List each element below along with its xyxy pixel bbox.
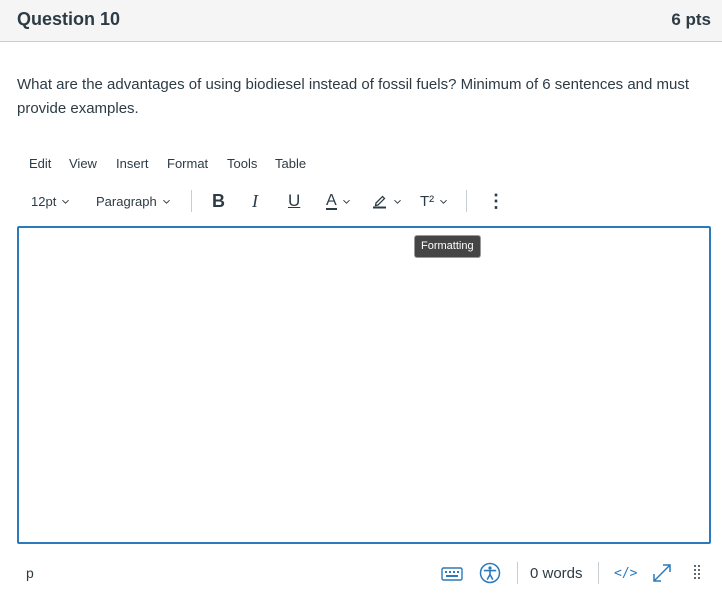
underline-icon: U bbox=[288, 191, 301, 210]
resize-handle[interactable] bbox=[693, 561, 701, 585]
statusbar-divider bbox=[598, 562, 599, 584]
drag-handle-icon bbox=[694, 565, 700, 579]
question-prompt: What are the advantages of using biodies… bbox=[17, 76, 690, 117]
chevron-down-icon bbox=[394, 199, 401, 204]
menu-edit[interactable]: Edit bbox=[29, 156, 51, 171]
editor-toolbar: 12pt Paragraph B I U A T² ⋮ bbox=[17, 188, 710, 214]
underline-button[interactable]: U bbox=[288, 188, 300, 214]
menu-format[interactable]: Format bbox=[167, 156, 208, 171]
bold-icon: B bbox=[212, 190, 225, 211]
question-title: Question 10 bbox=[17, 9, 121, 29]
block-format-value: Paragraph bbox=[96, 193, 157, 209]
more-options-button[interactable]: ⋮ bbox=[487, 188, 505, 214]
editor-content[interactable] bbox=[19, 228, 709, 542]
font-size-dropdown[interactable]: 12pt bbox=[31, 188, 70, 214]
menu-tools[interactable]: Tools bbox=[227, 156, 257, 171]
bold-button[interactable]: B bbox=[212, 188, 225, 214]
rich-text-editor[interactable] bbox=[17, 226, 711, 544]
chevron-down-icon bbox=[342, 199, 350, 204]
menu-table[interactable]: Table bbox=[275, 156, 306, 171]
menu-view[interactable]: View bbox=[69, 156, 97, 171]
chevron-down-icon bbox=[162, 199, 170, 204]
keyboard-shortcuts-button[interactable] bbox=[441, 561, 463, 585]
chevron-down-icon bbox=[62, 199, 70, 204]
expand-icon bbox=[653, 564, 671, 582]
superscript-button[interactable]: T² bbox=[420, 188, 448, 214]
statusbar-divider bbox=[517, 562, 518, 584]
text-color-icon: A bbox=[326, 191, 337, 210]
highlighter-icon bbox=[373, 195, 386, 209]
question-points: 6 pts bbox=[671, 10, 711, 29]
question-header: Question 10 6 pts bbox=[0, 0, 722, 42]
fullscreen-button[interactable] bbox=[651, 561, 673, 585]
highlight-color-button[interactable] bbox=[372, 188, 401, 214]
toolbar-divider bbox=[466, 190, 467, 212]
word-count[interactable]: 0 words bbox=[530, 561, 583, 585]
superscript-icon: T² bbox=[420, 192, 435, 210]
toolbar-divider bbox=[191, 190, 192, 212]
block-format-dropdown[interactable]: Paragraph bbox=[96, 188, 170, 214]
accessibility-icon bbox=[479, 562, 501, 584]
editor-statusbar: p 0 words </> bbox=[17, 558, 710, 588]
accessibility-checker-button[interactable] bbox=[479, 561, 501, 585]
italic-button[interactable]: I bbox=[252, 188, 258, 214]
html-editor-toggle[interactable]: </> bbox=[614, 561, 637, 585]
formatting-tooltip: Formatting bbox=[415, 236, 480, 257]
text-color-button[interactable]: A bbox=[326, 188, 350, 214]
italic-icon: I bbox=[252, 190, 258, 211]
keyboard-icon bbox=[441, 567, 463, 581]
menu-insert[interactable]: Insert bbox=[116, 156, 149, 171]
font-size-value: 12pt bbox=[31, 193, 57, 209]
element-path[interactable]: p bbox=[26, 565, 34, 581]
more-icon: ⋮ bbox=[487, 190, 505, 211]
chevron-down-icon bbox=[440, 199, 448, 204]
